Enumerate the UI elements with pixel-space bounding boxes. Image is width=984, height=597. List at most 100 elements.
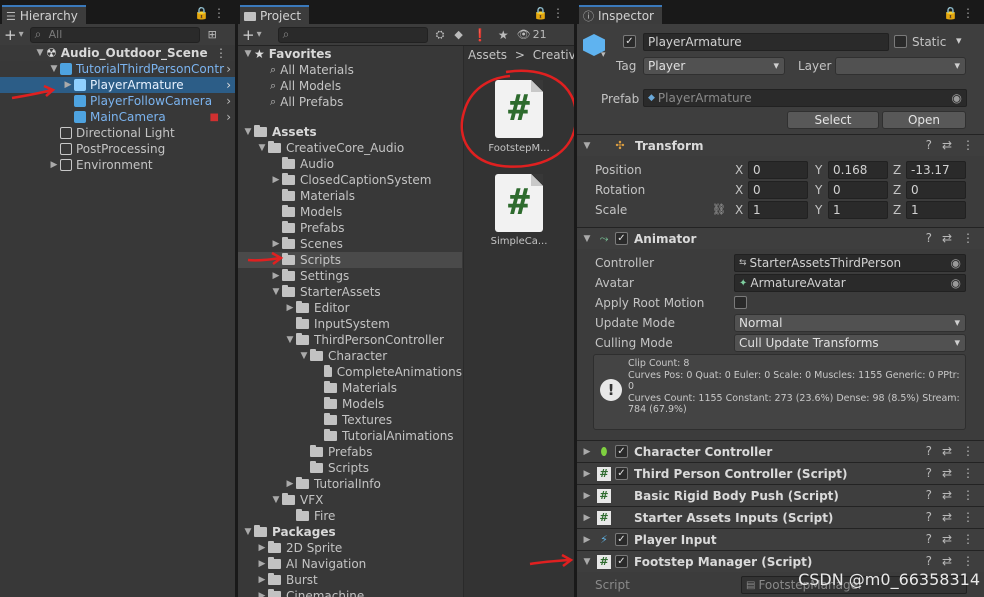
expand-arrow-icon[interactable]: ▼ — [34, 48, 46, 58]
folder-item[interactable]: ▼ VFX — [238, 492, 462, 508]
csharp-script-icon[interactable]: # — [495, 174, 543, 232]
select-button[interactable]: Select — [787, 111, 879, 129]
filter-type-icon[interactable]: ⛭ — [436, 28, 445, 42]
preset-icon[interactable]: ⇄ — [942, 138, 952, 152]
object-picker-icon[interactable]: ◉ — [951, 256, 961, 270]
folder-item[interactable]: Materials — [238, 188, 462, 204]
context-menu-icon[interactable]: ⋮ — [962, 488, 974, 502]
folder-item[interactable]: InputSystem — [238, 316, 462, 332]
help-icon[interactable]: ? — [926, 466, 932, 480]
basic-rigid-body-push-header[interactable]: ▶ # Basic Rigid Body Push (Script) ? ⇄ ⋮ — [577, 484, 984, 506]
folder-item[interactable]: Textures — [238, 412, 462, 428]
folder-item[interactable]: Models — [238, 396, 462, 412]
warning-filter-icon[interactable]: ❗ — [473, 28, 488, 42]
assets-header[interactable]: ▼ Assets — [238, 124, 462, 140]
project-search-input[interactable] — [277, 26, 428, 43]
update-mode-dropdown[interactable]: Normal — [734, 314, 966, 332]
preset-icon[interactable]: ⇄ — [942, 510, 952, 524]
packages-header[interactable]: ▼ Packages — [238, 524, 462, 540]
expand-arrow-icon[interactable]: ▶ — [284, 303, 296, 313]
expand-arrow-icon[interactable]: ▶ — [581, 469, 593, 479]
favorites-header[interactable]: ▼ ★ Favorites — [238, 46, 462, 62]
folder-item[interactable]: Audio — [238, 156, 462, 172]
expand-arrow-icon[interactable]: ▼ — [284, 335, 296, 345]
component-enabled-checkbox[interactable]: ✓ — [615, 232, 628, 245]
help-icon[interactable]: ? — [926, 532, 932, 546]
favorite-item[interactable]: ⌕ All Materials — [238, 62, 462, 78]
component-controls[interactable]: ? ⇄ ⋮ — [926, 488, 974, 502]
expand-arrow-icon[interactable]: ▶ — [581, 513, 593, 523]
expand-arrow-icon[interactable]: ▼ — [270, 287, 282, 297]
help-icon[interactable]: ? — [926, 138, 932, 152]
transform-header[interactable]: ▼ ✣ Transform ? ⇄ ⋮ — [577, 134, 984, 156]
package-item[interactable]: ▶ AI Navigation — [238, 556, 462, 572]
hierarchy-item[interactable]: Directional Light — [0, 125, 235, 141]
folder-item[interactable]: ▶ ClosedCaptionSystem — [238, 172, 462, 188]
object-picker-icon[interactable]: ◉ — [951, 276, 961, 290]
position-x-field[interactable]: 0 — [748, 161, 808, 179]
player-input-header[interactable]: ▶ ⚡ ✓ Player Input ? ⇄ ⋮ — [577, 528, 984, 550]
avatar-field[interactable]: ✦ ArmatureAvatar ◉ — [734, 274, 966, 292]
expand-arrow-icon[interactable]: ▶ — [270, 175, 282, 185]
controller-field[interactable]: ⇆ StarterAssetsThirdPerson ◉ — [734, 254, 966, 272]
expand-arrow-icon[interactable]: ▶ — [581, 535, 593, 545]
expand-arrow-icon[interactable]: ▼ — [581, 141, 593, 151]
hierarchy-item[interactable]: ▶ Environment — [0, 157, 235, 173]
folder-item[interactable]: ▶ TutorialInfo — [238, 476, 462, 492]
label-icon[interactable]: ◆ — [454, 28, 462, 41]
object-name-field[interactable]: PlayerArmature — [643, 33, 889, 51]
component-controls[interactable]: ? ⇄ ⋮ — [926, 510, 974, 524]
folder-item[interactable]: ▼ ThirdPersonController — [238, 332, 462, 348]
component-controls[interactable]: ? ⇄ ⋮ — [926, 532, 974, 546]
favorite-item[interactable]: ⌕ All Prefabs — [238, 94, 462, 110]
inspector-tab-controls[interactable]: 🔒⋮ — [943, 6, 978, 20]
position-y-field[interactable]: 0.168 — [828, 161, 888, 179]
help-icon[interactable]: ? — [926, 510, 932, 524]
animator-header[interactable]: ▼ ⤳ ✓ Animator ? ⇄ ⋮ — [577, 227, 984, 249]
prefab-field[interactable]: ◆ PlayerArmature ◉ — [643, 89, 967, 107]
component-enabled-checkbox[interactable]: ✓ — [615, 555, 628, 568]
hierarchy-item[interactable]: PostProcessing — [0, 141, 235, 157]
preset-icon[interactable]: ⇄ — [942, 532, 952, 546]
chevron-right-icon[interactable]: › — [226, 110, 231, 124]
preset-icon[interactable]: ⇄ — [942, 444, 952, 458]
scene-menu-icon[interactable]: ⋮ — [215, 46, 227, 60]
component-enabled-checkbox[interactable]: ✓ — [615, 445, 628, 458]
component-controls[interactable]: ? ⇄ ⋮ — [926, 231, 974, 245]
package-item[interactable]: ▶ Burst — [238, 572, 462, 588]
project-tab[interactable]: Project — [240, 5, 310, 24]
help-icon[interactable]: ? — [926, 554, 932, 568]
expand-arrow-icon[interactable]: ▼ — [270, 495, 282, 505]
preset-icon[interactable]: ⇄ — [942, 466, 952, 480]
folder-item[interactable]: ▼ StarterAssets — [238, 284, 462, 300]
hierarchy-item[interactable]: MainCamera ■ › — [0, 109, 235, 125]
folder-item[interactable]: Prefabs — [238, 444, 462, 460]
object-picker-icon[interactable]: ◉ — [952, 91, 962, 105]
breadcrumb-item[interactable]: CreativeC — [533, 48, 574, 62]
expand-arrow-icon[interactable]: ▶ — [62, 80, 74, 90]
component-controls[interactable]: ? ⇄ ⋮ — [926, 554, 974, 568]
expand-arrow-icon[interactable]: ▶ — [581, 447, 593, 457]
folder-item[interactable]: TutorialAnimations — [238, 428, 462, 444]
expand-arrow-icon[interactable]: ▶ — [256, 591, 268, 597]
rotation-y-field[interactable]: 0 — [828, 181, 888, 199]
expand-arrow-icon[interactable]: ▶ — [270, 239, 282, 249]
static-checkbox[interactable] — [894, 35, 907, 48]
hierarchy-tab[interactable]: ☰ Hierarchy — [2, 5, 86, 24]
expand-arrow-icon[interactable]: ▶ — [256, 543, 268, 553]
chevron-right-icon[interactable]: › — [226, 78, 231, 92]
expand-arrow-icon[interactable]: ▶ — [48, 160, 60, 170]
component-enabled-checkbox[interactable]: ✓ — [615, 533, 628, 546]
preset-icon[interactable]: ⇄ — [942, 231, 952, 245]
scene-row[interactable]: ▼ ☢ Audio_Outdoor_Scene ⋮ — [0, 45, 235, 61]
expand-arrow-icon[interactable]: ▼ — [48, 64, 60, 74]
expand-arrow-icon[interactable]: ▼ — [242, 527, 254, 537]
eye-icon[interactable]: 👁 — [517, 28, 531, 41]
tag-dropdown[interactable]: Player — [643, 57, 785, 75]
package-item[interactable]: ▶ Cinemachine — [238, 588, 462, 597]
context-menu-icon[interactable]: ⋮ — [962, 138, 974, 152]
expand-arrow-icon[interactable]: ▶ — [256, 559, 268, 569]
rotation-x-field[interactable]: 0 — [748, 181, 808, 199]
footstep-manager-header[interactable]: ▼ # ✓ Footstep Manager (Script) ? ⇄ ⋮ — [577, 550, 984, 572]
scene-visibility-icon[interactable]: ⊞ — [208, 28, 217, 41]
